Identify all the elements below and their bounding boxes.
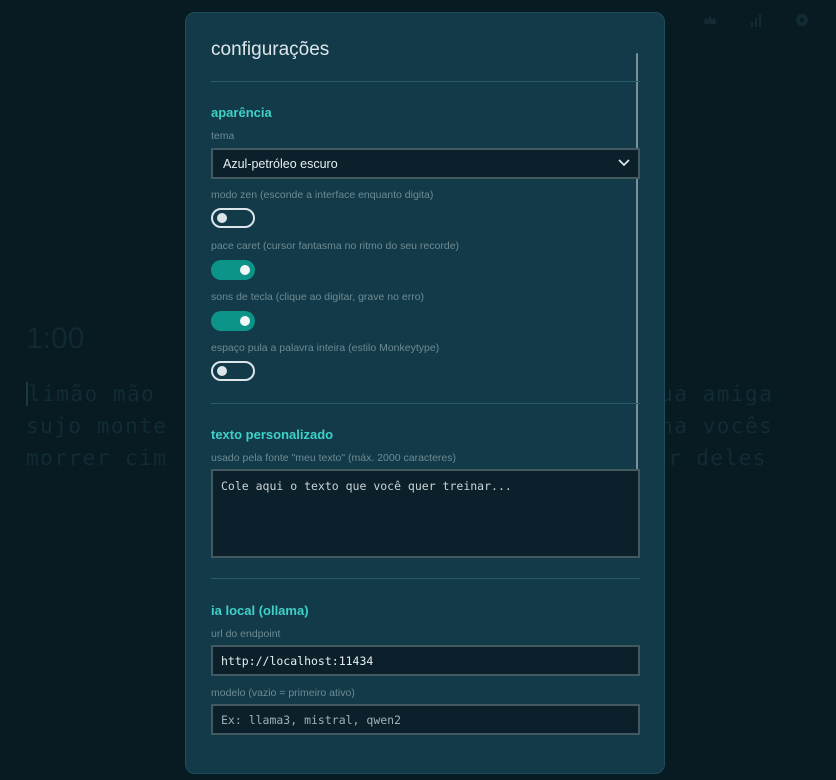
toggle-knob <box>217 213 227 223</box>
custom-text-label: usado pela fonte "meu texto" (máx. 2000 … <box>211 452 457 464</box>
toggle-knob <box>240 265 250 275</box>
model-label: modelo (vazio = primeiro ativo) <box>211 687 355 699</box>
theme-label: tema <box>211 130 235 142</box>
settings-modal: configurações aparência tema Azul-petról… <box>185 12 665 774</box>
pace-caret-toggle[interactable] <box>211 260 255 280</box>
chevron-down-icon <box>618 159 630 167</box>
modal-title: configurações <box>211 39 330 60</box>
endpoint-url-input[interactable]: http://localhost:11434 <box>211 645 640 676</box>
custom-text-textarea[interactable]: Cole aqui o texto que você quer treinar.… <box>211 469 640 558</box>
divider <box>211 81 640 82</box>
space-skip-label: espaço pula a palavra inteira (estilo Mo… <box>211 342 440 354</box>
endpoint-url-value: http://localhost:11434 <box>221 653 374 668</box>
theme-select-value: Azul-petróleo escuro <box>223 156 338 171</box>
space-skip-toggle[interactable] <box>211 361 255 381</box>
model-input[interactable]: Ex: llama3, mistral, qwen2 <box>211 704 640 735</box>
divider <box>211 403 640 404</box>
model-placeholder: Ex: llama3, mistral, qwen2 <box>221 712 402 727</box>
section-title-appearance: aparência <box>211 105 272 120</box>
section-title-custom-text: texto personalizado <box>211 427 334 442</box>
zen-mode-label: modo zen (esconde a interface enquanto d… <box>211 189 434 201</box>
key-sounds-label: sons de tecla (clique ao digitar, grave … <box>211 291 425 303</box>
theme-select[interactable]: Azul-petróleo escuro <box>211 148 640 179</box>
pace-caret-label: pace caret (cursor fantasma no ritmo do … <box>211 240 460 252</box>
endpoint-label: url do endpoint <box>211 628 281 640</box>
divider <box>211 578 640 579</box>
toggle-knob <box>240 316 250 326</box>
zen-mode-toggle[interactable] <box>211 208 255 228</box>
section-title-local-ai: ia local (ollama) <box>211 603 309 618</box>
key-sounds-toggle[interactable] <box>211 311 255 331</box>
toggle-knob <box>217 366 227 376</box>
